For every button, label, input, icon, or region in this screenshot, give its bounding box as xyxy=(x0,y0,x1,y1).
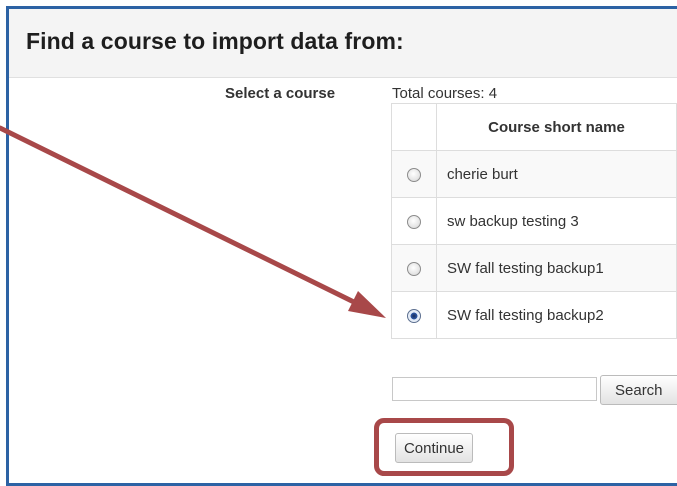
annotation-arrow-head xyxy=(348,291,386,318)
annotation-arrow-shaft xyxy=(0,125,365,309)
annotation-arrow-icon xyxy=(0,125,386,318)
